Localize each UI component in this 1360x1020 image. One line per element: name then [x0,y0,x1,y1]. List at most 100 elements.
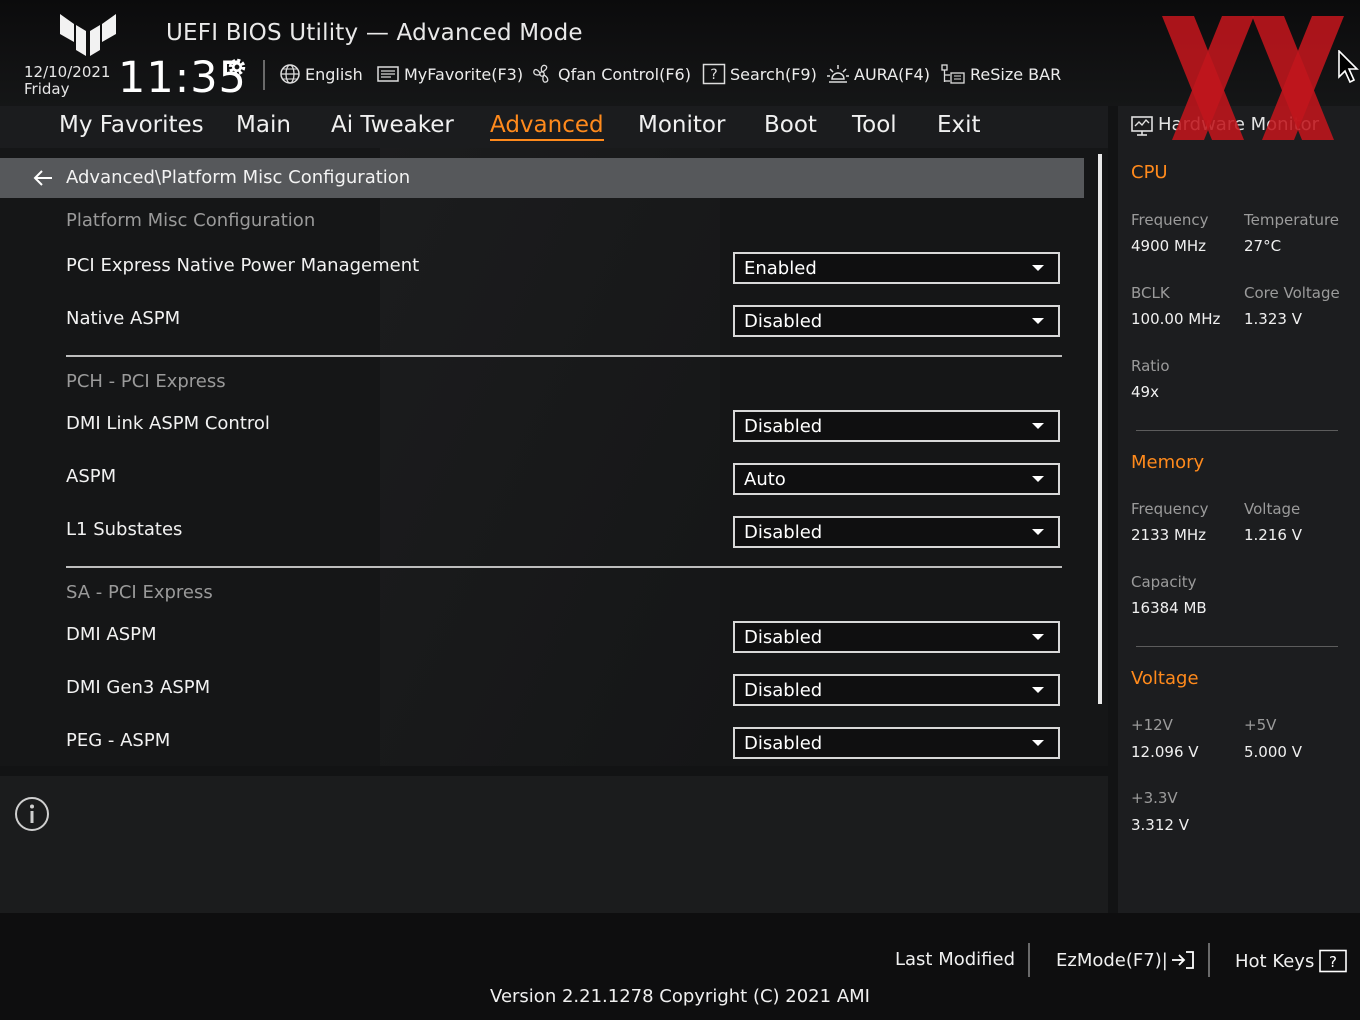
aura-button[interactable]: AURA(F4) [826,63,930,85]
setting-label-dmi-link-aspm: DMI Link ASPM Control [66,413,270,434]
dropdown-peg-aspm[interactable]: Disabled [733,727,1060,759]
setting-label-peg-aspm: PEG - ASPM [66,730,171,751]
caret-down-icon [1032,423,1044,429]
hw-divider [1136,430,1338,431]
dropdown-value: Disabled [744,627,823,648]
caret-down-icon [1032,529,1044,535]
resize-bar-icon [941,64,965,84]
v12-value: 12.096 V [1131,743,1199,761]
dropdown-value: Disabled [744,416,823,437]
capacity-label: Capacity [1131,573,1197,591]
setting-label-l1-substates: L1 Substates [66,519,183,540]
breadcrumb: Advanced\Platform Misc Configuration [66,167,411,188]
tab-my-favorites[interactable]: My Favorites [59,112,204,138]
dropdown-value: Disabled [744,680,823,701]
aura-label: AURA(F4) [854,64,930,84]
background-pattern [380,148,720,766]
ratio-label: Ratio [1131,357,1170,375]
section-divider [66,355,1062,357]
weekday-value: Friday [24,80,70,98]
myfavorite-label: MyFavorite(F3) [404,64,524,84]
dropdown-dmi-gen3-aspm[interactable]: Disabled [733,674,1060,706]
help-info-panel [0,776,1108,913]
setting-label-native-aspm: Native ASPM [66,308,181,329]
core-voltage-label: Core Voltage [1244,284,1340,302]
dropdown-l1-substates[interactable]: Disabled [733,516,1060,548]
back-arrow-icon[interactable] [32,169,54,187]
language-button[interactable]: English [279,63,363,85]
dropdown-value: Disabled [744,733,823,754]
date-display[interactable]: 12/10/2021 Friday [24,64,110,98]
dropdown-dmi-aspm[interactable]: Disabled [733,621,1060,653]
search-label: Search(F9) [730,64,817,84]
question-box-icon: ? [702,63,726,85]
language-label: English [305,64,363,84]
memory-frequency-value: 2133 MHz [1131,526,1207,544]
dropdown-native-aspm[interactable]: Disabled [733,305,1060,337]
dropdown-dmi-link-aspm[interactable]: Disabled [733,410,1060,442]
dropdown-value: Disabled [744,311,823,332]
tab-advanced[interactable]: Advanced [490,112,604,141]
tab-main[interactable]: Main [236,112,291,138]
gear-icon[interactable] [226,56,248,78]
memory-voltage-value: 1.216 V [1244,526,1302,544]
svg-text:?: ? [1329,953,1337,971]
hw-section-voltage: Voltage [1131,668,1199,689]
v33-value: 3.312 V [1131,816,1189,834]
v12-label: +12V [1131,716,1173,734]
myfavorite-button[interactable]: MyFavorite(F3) [376,63,523,85]
memory-frequency-label: Frequency [1131,500,1209,518]
setting-label-dmi-gen3-aspm: DMI Gen3 ASPM [66,677,211,698]
aura-light-icon [827,65,849,83]
hot-keys-button[interactable]: Hot Keys ? [1235,949,1348,973]
dropdown-aspm[interactable]: Auto [733,463,1060,495]
hw-section-memory: Memory [1131,452,1205,473]
section-title-pch-pcie: PCH - PCI Express [66,371,226,392]
tab-tool[interactable]: Tool [852,112,897,138]
caret-down-icon [1032,318,1044,324]
monitor-icon [1131,116,1153,136]
caret-down-icon [1032,634,1044,640]
globe-icon [280,64,300,84]
last-modified-label: Last Modified [895,949,1016,970]
qfan-control-button[interactable]: Qfan Control(F6) [530,63,691,85]
bclk-value: 100.00 MHz [1131,310,1221,328]
header-divider [263,60,265,90]
bclk-label: BCLK [1131,284,1170,302]
cpu-frequency-value: 4900 MHz [1131,237,1207,255]
v5-label: +5V [1244,716,1277,734]
ratio-value: 49x [1131,383,1159,401]
qfan-label: Qfan Control(F6) [558,64,691,84]
breadcrumb-bar[interactable]: Advanced\Platform Misc Configuration [0,158,1084,198]
hot-keys-label: Hot Keys [1235,950,1315,972]
tab-exit[interactable]: Exit [937,112,981,138]
favorite-list-icon [377,66,399,82]
version-text: Version 2.21.1278 Copyright (C) 2021 AMI [490,986,870,1007]
fan-icon [533,64,549,83]
core-voltage-value: 1.323 V [1244,310,1302,328]
tab-boot[interactable]: Boot [764,112,817,138]
dropdown-pcie-native-pm[interactable]: Enabled [733,252,1060,284]
tab-ai-tweaker[interactable]: Ai Tweaker [331,112,454,138]
cpu-temperature-value: 27°C [1244,237,1282,255]
hardware-monitor-title: Hardware Monitor [1158,114,1320,135]
tab-monitor[interactable]: Monitor [638,112,725,138]
hw-section-cpu: CPU [1131,162,1168,183]
ezmode-button[interactable]: EzMode(F7)| [1056,949,1196,971]
search-button[interactable]: ? Search(F9) [702,63,817,85]
last-modified-button[interactable]: Last Modified [895,949,1015,970]
scrollbar[interactable] [1098,154,1102,704]
hardware-monitor-panel: Hardware Monitor CPU Frequency Temperatu… [1118,106,1360,913]
footer: Last Modified EzMode(F7)| Hot Keys ? Ver… [0,913,1360,1020]
info-icon [15,797,49,831]
memory-voltage-label: Voltage [1244,500,1301,518]
caret-down-icon [1032,265,1044,271]
footer-divider [1028,943,1030,977]
main-tabs: My Favorites Main Ai Tweaker Advanced Mo… [0,106,1108,148]
ezmode-label: EzMode(F7)| [1056,949,1168,971]
dropdown-value: Disabled [744,522,823,543]
dropdown-value: Auto [744,469,786,490]
resize-bar-button[interactable]: ReSize BAR [940,63,1061,85]
dropdown-value: Enabled [744,258,817,279]
settings-panel: Advanced\Platform Misc Configuration Pla… [0,148,1108,766]
